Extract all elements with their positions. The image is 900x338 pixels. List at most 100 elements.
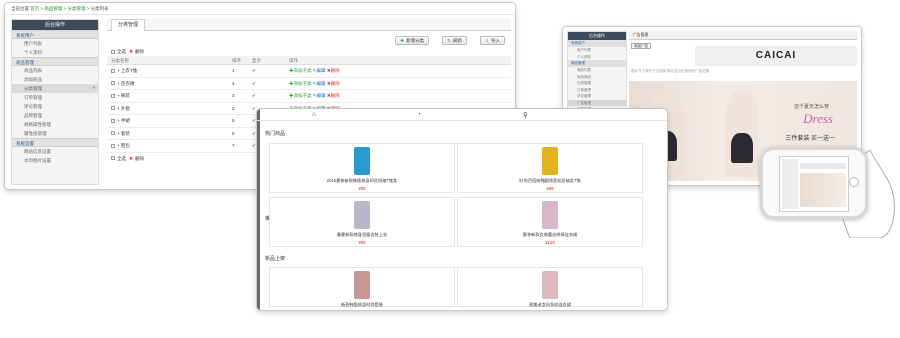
category-name: 套装: [120, 130, 130, 136]
sidebar-item[interactable]: 品牌管理: [12, 111, 98, 120]
product-name[interactable]: 新款韩版修身时尚套装: [270, 302, 454, 308]
select-all-label: 全选: [117, 155, 126, 161]
sidebar-group-settings[interactable]: 系统设置: [12, 138, 98, 147]
bulk-delete-label[interactable]: 删除: [135, 49, 144, 54]
sidebar-item[interactable]: 网站信息设置: [12, 147, 98, 156]
phone-screen: [779, 156, 849, 212]
category-name: 半裙: [120, 118, 130, 123]
product-name[interactable]: 春夏新款修身显瘦女装上衣: [270, 232, 454, 238]
product-card[interactable]: 新款韩版修身时尚套装: [269, 267, 455, 307]
sidebar-group[interactable]: 商品管理: [568, 60, 626, 67]
add-ad-button[interactable]: 添加广告: [631, 43, 651, 49]
delete-link[interactable]: ✖删除: [327, 81, 340, 86]
category-sort: 3: [232, 93, 235, 98]
sidebar-group-goods[interactable]: 商品管理: [12, 57, 98, 66]
phone-banner: [800, 173, 846, 207]
row-checkbox[interactable]: [111, 106, 115, 111]
product-name[interactable]: 时尚百搭纯棉圆领宽松短袖女T恤: [458, 178, 642, 184]
check-icon: ✔: [252, 93, 256, 98]
row-checkbox[interactable]: [111, 68, 115, 73]
edit-link[interactable]: ✎编辑: [313, 81, 326, 86]
product-price: ¥89: [358, 186, 366, 191]
add-child-link[interactable]: ✚添加子类: [289, 68, 312, 73]
sidebar-item[interactable]: 商品列表: [12, 66, 98, 75]
add-category-label: 新增分类: [406, 38, 424, 43]
sidebar-item-active[interactable]: 分类管理 »: [12, 84, 98, 93]
edit-link[interactable]: ✎编辑: [313, 68, 326, 73]
product-name[interactable]: 2015夏装新款韩版修身印花短袖T恤女: [270, 178, 454, 184]
import-button[interactable]: ⇩ 导入: [480, 36, 505, 45]
delete-label: 删除: [330, 93, 340, 98]
delete-icon[interactable]: ✖: [129, 49, 133, 54]
tab-category[interactable]: 分类管理: [111, 19, 146, 31]
product-card[interactable]: 2015夏装新款韩版修身印花短袖T恤女 ¥89: [269, 143, 455, 193]
product-card[interactable]: 甜美淑女风条纹连衣裙: [457, 267, 643, 307]
delete-link[interactable]: ✖删除: [327, 93, 340, 98]
sidebar-item[interactable]: 订单管理: [12, 93, 98, 102]
select-all-checkbox[interactable]: [111, 156, 115, 161]
product-card[interactable]: 时尚百搭纯棉圆领宽松短袖女T恤 ¥69: [457, 143, 643, 193]
import-label: 导入: [491, 38, 500, 43]
category-sort: 6: [232, 130, 235, 136]
user-icon[interactable]: ⚲: [523, 111, 528, 119]
plus-icon: ✚: [400, 38, 404, 43]
product-image[interactable]: [354, 147, 370, 175]
table-row: + 连衣裙 4 ✔ ✚添加子类 ✎编辑 ✖删除: [107, 78, 511, 91]
home-button[interactable]: [849, 177, 859, 187]
select-all-checkbox[interactable]: [111, 49, 115, 54]
sidebar-item[interactable]: 属性值管理: [12, 129, 98, 138]
sidebar-item[interactable]: 添加商品: [12, 75, 98, 84]
sidebar-item[interactable]: 水印图片设置: [12, 156, 98, 165]
phone-logo-bar: [800, 163, 846, 169]
add-category-button[interactable]: ✚ 新增分类: [395, 36, 429, 45]
delete-icon[interactable]: ✖: [129, 156, 133, 161]
row-checkbox[interactable]: [111, 93, 115, 98]
category-sort: 1: [232, 68, 235, 73]
edit-link[interactable]: ✎编辑: [313, 93, 326, 98]
delete-link[interactable]: ✖删除: [327, 68, 340, 73]
mobile-shop-window: ⌂ ◔ ⚲ 热门商品 推荐商品 新品上架 2015夏装新款韩版修身印花短袖T恤女…: [256, 108, 668, 311]
table-row: + 裤装 3 ✔ ✚添加子类 ✎编辑 ✖删除: [107, 90, 511, 103]
row-checkbox[interactable]: [111, 118, 115, 123]
table-row: + 上衣T恤 1 ✔ ✚添加子类 ✎编辑 ✖删除: [107, 65, 511, 78]
category-name: 上衣T恤: [120, 68, 138, 73]
product-name[interactable]: 甜美淑女风条纹连衣裙: [458, 302, 642, 308]
product-image[interactable]: [542, 201, 558, 229]
sidebar-item[interactable]: 用户列表: [12, 39, 98, 48]
category-name-cell: + 连衣裙: [111, 78, 134, 91]
section-title: 新品上架: [265, 256, 286, 262]
product-name[interactable]: 夏季新款女装蕾丝拼接连衣裙: [458, 232, 642, 238]
row-checkbox[interactable]: [111, 81, 115, 86]
column-header-name: 分类名称: [111, 58, 129, 63]
column-header-show: 显示: [252, 58, 261, 63]
product-image[interactable]: [542, 271, 558, 299]
bulk-delete-label[interactable]: 删除: [135, 156, 144, 161]
sidebar-item[interactable]: 评论管理: [12, 102, 98, 111]
breadcrumb-home[interactable]: 首页: [30, 6, 39, 11]
home-icon[interactable]: ⌂: [312, 111, 316, 118]
breadcrumb-module[interactable]: 商品管理: [44, 6, 62, 11]
tab-ads[interactable]: 广告管理: [629, 31, 857, 40]
product-card[interactable]: 夏季新款女装蕾丝拼接连衣裙 ¥129: [457, 197, 643, 247]
cart-icon[interactable]: ◔: [417, 111, 421, 118]
sidebar-group[interactable]: 系统用户: [568, 40, 626, 47]
sidebar-group-users[interactable]: 系统用户: [12, 30, 98, 39]
sidebar-item[interactable]: 个人资料: [12, 48, 98, 57]
row-checkbox[interactable]: [111, 131, 115, 136]
sidebar-item[interactable]: 规格属性管理: [12, 120, 98, 129]
column-header-sort: 排序: [232, 58, 241, 63]
refresh-label: 刷新: [453, 38, 462, 43]
refresh-button[interactable]: ↻ 刷新: [442, 36, 467, 45]
product-image[interactable]: [542, 147, 558, 175]
import-icon: ⇩: [485, 38, 489, 43]
add-child-link[interactable]: ✚添加子类: [289, 93, 312, 98]
toolbar: ✚ 新增分类 ↻ 刷新 ⇩ 导入: [107, 34, 511, 48]
product-image[interactable]: [354, 271, 370, 299]
banner-promo: 三件套装 买一送一: [785, 136, 835, 142]
add-child-link[interactable]: ✚添加子类: [289, 81, 312, 86]
sidebar-title: 后台操作: [568, 32, 626, 40]
product-image[interactable]: [354, 201, 370, 229]
breadcrumb-section[interactable]: 分类管理: [68, 6, 86, 11]
row-checkbox[interactable]: [111, 143, 115, 148]
product-card[interactable]: 春夏新款修身显瘦女装上衣 ¥99: [269, 197, 455, 247]
